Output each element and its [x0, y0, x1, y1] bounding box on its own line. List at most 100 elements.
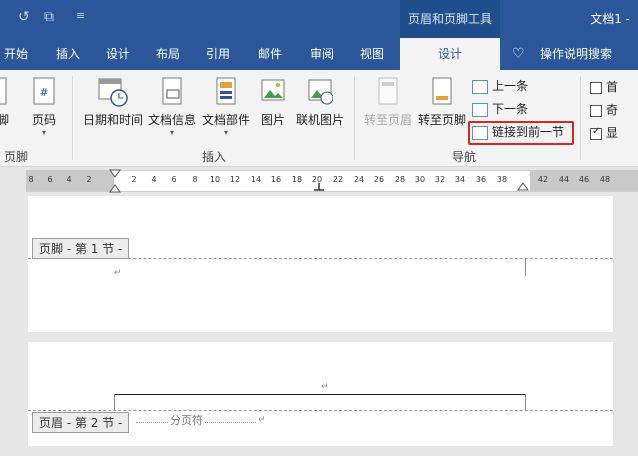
- picture-icon: [260, 76, 286, 108]
- chevron-down-icon: ▾: [169, 128, 174, 137]
- touch-mode-icon[interactable]: ⧉: [44, 9, 54, 25]
- ruler-tick: 4: [151, 175, 157, 184]
- undo-icon[interactable]: ↺: [18, 9, 30, 25]
- document-parts-icon: [213, 76, 239, 108]
- ruler-tick: 46: [578, 175, 590, 184]
- tab-review[interactable]: 审阅: [310, 38, 334, 70]
- picture-button[interactable]: 图片: [256, 76, 290, 128]
- paragraph-mark: ↵: [321, 382, 329, 392]
- tab-stop-icon[interactable]: [313, 183, 325, 192]
- indent-marker-icon[interactable]: [109, 169, 121, 193]
- tab-layout[interactable]: 布局: [156, 38, 180, 70]
- footer-icon: [0, 76, 8, 108]
- ruler-tick: 2: [131, 175, 137, 184]
- tab-home[interactable]: 开始: [4, 38, 28, 70]
- next-section-button[interactable]: 下一条: [472, 99, 528, 119]
- checkbox[interactable]: [590, 81, 602, 94]
- ruler-tick: 44: [558, 175, 570, 184]
- tab-design[interactable]: 设计: [106, 38, 130, 70]
- ruler-tick: 48: [599, 175, 611, 184]
- margin-corner: [525, 394, 526, 410]
- page-2-header-area[interactable]: ↵ 页眉 - 第 2 节 - 分页符 ↵: [28, 342, 613, 446]
- ruler-tick: 6: [171, 175, 177, 184]
- ruler-tick: 32: [434, 175, 446, 184]
- group-label-insert: 插入: [202, 150, 227, 164]
- footer-section-label: 页脚 - 第 1 节 -: [32, 238, 130, 259]
- ruler-tick: 2: [86, 175, 92, 184]
- goto-footer-icon: [429, 76, 455, 108]
- ribbon: 脚 # 页码 ▾ 页脚 日期和时间 文档信息 ▾ 文档部件 ▾ 图片 联机图片 …: [0, 70, 638, 167]
- ruler-tick: 8: [192, 175, 198, 184]
- document-info-icon: [159, 76, 185, 108]
- goto-header-button[interactable]: 转至页眉: [362, 76, 414, 128]
- online-picture-icon: [307, 76, 334, 108]
- ruler-tick: 14: [250, 175, 262, 184]
- tab-references[interactable]: 引用: [206, 38, 230, 70]
- tab-view[interactable]: 视图: [360, 38, 384, 70]
- ruler-tick: 18: [291, 175, 303, 184]
- context-tools-label: 页眉和页脚工具: [400, 0, 500, 38]
- option-different-odd-even[interactable]: 奇: [590, 101, 618, 118]
- chevron-down-icon: ▾: [41, 128, 46, 137]
- chevron-down-icon: ▾: [223, 128, 228, 137]
- previous-icon: [472, 79, 488, 94]
- page-number-button[interactable]: # 页码 ▾: [26, 76, 62, 137]
- margin-corner: [114, 394, 115, 410]
- ruler-tick: 4: [66, 175, 72, 184]
- document-parts-button[interactable]: 文档部件 ▾: [200, 76, 252, 137]
- group-label-navigation: 导航: [452, 150, 477, 164]
- document-title: 文档1 -: [590, 12, 630, 26]
- paragraph-mark: ↵: [258, 415, 266, 425]
- ruler-tick: 38: [496, 175, 508, 184]
- ruler-tick: 16: [270, 175, 282, 184]
- paragraph-mark: ↵: [114, 268, 122, 278]
- ruler-tick: 22: [332, 175, 344, 184]
- svg-text:#: #: [39, 86, 48, 99]
- group-separator: [580, 76, 581, 160]
- document-info-button[interactable]: 文档信息 ▾: [146, 76, 198, 137]
- ruler-tick: 42: [537, 175, 549, 184]
- ruler-tick: 30: [414, 175, 426, 184]
- tab-insert[interactable]: 插入: [56, 38, 80, 70]
- horizontal-ruler[interactable]: 8 6 4 2 2 4 6 8 10 12 14 16 18 20 22 24 26 28 30 32 34 36 38 42…: [26, 169, 638, 193]
- option-show-document-text[interactable]: ✓ 显: [590, 124, 618, 141]
- tab-mailings[interactable]: 邮件: [258, 38, 282, 70]
- group-label-header-footer: 页脚: [4, 150, 29, 164]
- header-underline: [114, 394, 525, 395]
- link-to-previous-highlight: [468, 121, 574, 145]
- ruler-tick: 6: [47, 175, 53, 184]
- section-break-label: 分页符: [168, 412, 205, 428]
- page-1-footer-area[interactable]: 页脚 - 第 1 节 - ↵: [28, 196, 613, 332]
- title-bar: ↺ ⧉ ≡ 页眉和页脚工具 文档1 -: [0, 0, 638, 38]
- page-number-icon: #: [31, 76, 57, 108]
- ruler-tick: 12: [229, 175, 241, 184]
- lightbulb-icon: ♡: [512, 46, 525, 62]
- group-separator: [72, 76, 73, 160]
- calendar-clock-icon: [97, 76, 129, 108]
- group-separator: [354, 76, 355, 160]
- previous-section-button[interactable]: 上一条: [472, 76, 528, 96]
- margin-corner: [525, 258, 526, 276]
- footer-button-partial[interactable]: 脚: [0, 76, 12, 128]
- ruler-tick: 34: [454, 175, 466, 184]
- date-time-button[interactable]: 日期和时间: [82, 76, 144, 128]
- customize-qat-icon[interactable]: ≡: [76, 9, 85, 22]
- header-section-label: 页眉 - 第 2 节 -: [32, 412, 130, 433]
- tell-me-search[interactable]: 操作说明搜索: [540, 38, 612, 70]
- goto-header-icon: [375, 76, 401, 108]
- right-indent-marker-icon[interactable]: [517, 181, 529, 191]
- ruler-tick: 26: [373, 175, 385, 184]
- ruler-tick: 8: [28, 175, 34, 184]
- next-icon: [472, 102, 488, 117]
- ribbon-tabs: 开始 插入 设计 布局 引用 邮件 审阅 视图 设计 ♡ 操作说明搜索: [0, 38, 638, 70]
- ruler-tick: 10: [209, 175, 221, 184]
- checkbox-checked[interactable]: ✓: [590, 126, 602, 140]
- ruler-tick: 24: [353, 175, 365, 184]
- checkbox[interactable]: [590, 104, 602, 117]
- goto-footer-button[interactable]: 转至页脚: [416, 76, 468, 128]
- ruler-tick: 28: [394, 175, 406, 184]
- ruler-tick: 36: [475, 175, 487, 184]
- tab-header-footer-design[interactable]: 设计: [400, 38, 500, 70]
- online-picture-button[interactable]: 联机图片: [294, 76, 346, 128]
- option-different-first-page[interactable]: 首: [590, 78, 618, 95]
